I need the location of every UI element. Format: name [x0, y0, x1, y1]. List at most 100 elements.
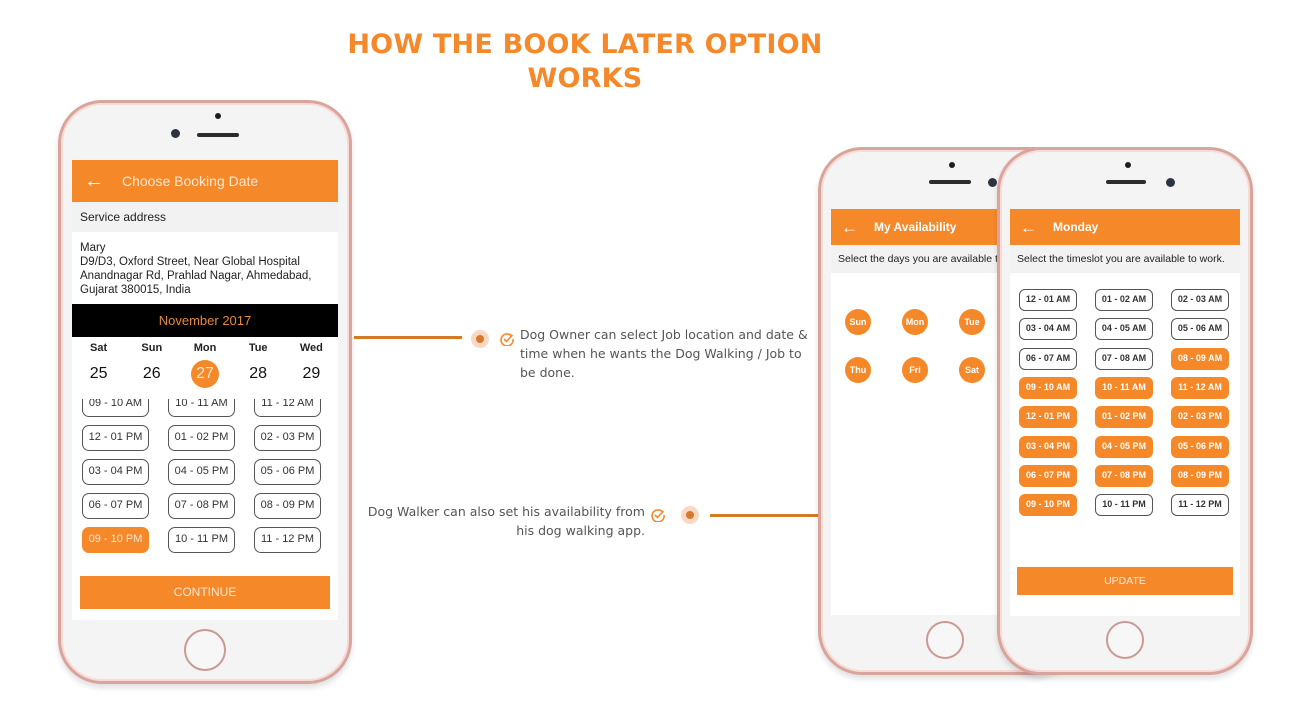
callout-walker: Dog Walker can also set his availability…	[360, 502, 645, 540]
callout-owner-line-2: time when he wants the Dog Walking / Job…	[520, 346, 802, 361]
timeslot-toggle[interactable]: 09 - 10 AM	[1019, 376, 1077, 399]
weekday-label: Sat	[90, 342, 108, 354]
back-arrow-icon[interactable]: ←	[1020, 219, 1037, 236]
time-slot[interactable]: 04 - 05 PM	[168, 459, 235, 485]
timeslot-toggle[interactable]: 10 - 11 AM	[1095, 376, 1153, 399]
timeslot-toggle[interactable]: 06 - 07 PM	[1019, 464, 1077, 487]
day-toggle[interactable]: Mon	[902, 309, 928, 335]
time-slot[interactable]: 09 - 10 PM	[82, 527, 149, 553]
address-line-1: D9/D3, Oxford Street, Near Global Hospit…	[80, 256, 300, 268]
timeslot-toggle[interactable]: 05 - 06 PM	[1171, 435, 1229, 458]
timeslot-toggle[interactable]: 08 - 09 AM	[1171, 347, 1229, 370]
time-slot[interactable]: 10 - 11 PM	[168, 527, 235, 553]
time-slot[interactable]: 11 - 12 AM	[254, 399, 321, 417]
continue-button[interactable]: CONTINUE	[80, 576, 330, 609]
timeslot-toggle[interactable]: 09 - 10 PM	[1019, 494, 1077, 517]
weekday-label: Sun	[141, 342, 163, 354]
timeslot-toggle[interactable]: 11 - 12 AM	[1171, 376, 1229, 399]
phone-timeslots: ← Monday Select the timeslot you are ava…	[997, 147, 1253, 675]
timeslot-header-title: Monday	[1053, 220, 1099, 234]
time-slot[interactable]: 02 - 03 PM	[254, 425, 321, 451]
speaker-grille	[929, 180, 971, 184]
weekday-label: Mon	[193, 342, 217, 354]
timeslot-toggle[interactable]: 07 - 08 AM	[1095, 347, 1153, 370]
callout-walker-line-1: Dog Walker can also set his availability…	[367, 504, 645, 519]
day-column[interactable]: Sun 26	[127, 337, 177, 399]
day-toggle[interactable]: Tue	[959, 309, 985, 335]
front-camera-icon	[1166, 178, 1175, 187]
month-header: November 2017	[72, 304, 338, 337]
time-slot[interactable]: 11 - 12 PM	[254, 527, 321, 553]
home-button[interactable]	[184, 629, 226, 671]
timeslot-toggle[interactable]: 01 - 02 AM	[1095, 289, 1153, 311]
bullet-owner	[471, 330, 489, 348]
day-toggle[interactable]: Sun	[845, 309, 871, 335]
front-camera-icon	[988, 178, 997, 187]
title-line-1: HOW THE BOOK LATER OPTION	[347, 29, 823, 60]
day-column[interactable]: Mon 27	[180, 337, 230, 399]
home-button[interactable]	[1106, 621, 1144, 659]
day-toggle[interactable]: Fri	[902, 357, 928, 383]
date-number: 25	[89, 365, 108, 382]
time-slot[interactable]: 07 - 08 PM	[168, 493, 235, 519]
check-circle-icon	[500, 333, 514, 346]
booking-app-bar: ← Choose Booking Date	[72, 160, 338, 202]
back-arrow-icon[interactable]: ←	[84, 171, 104, 191]
service-address[interactable]: Mary D9/D3, Oxford Street, Near Global H…	[72, 232, 338, 304]
home-button[interactable]	[926, 621, 964, 659]
address-name: Mary	[80, 242, 106, 254]
proximity-sensor	[215, 113, 221, 119]
timeslot-toggle[interactable]: 08 - 09 PM	[1171, 464, 1229, 487]
timeslot-app-bar: ← Monday	[1010, 209, 1240, 245]
timeslot-toggle[interactable]: 04 - 05 PM	[1095, 435, 1153, 458]
time-slot[interactable]: 09 - 10 AM	[82, 399, 149, 417]
time-slot[interactable]: 08 - 09 PM	[254, 493, 321, 519]
timeslot-toggle[interactable]: 01 - 02 PM	[1095, 406, 1153, 429]
address-line-2: Anandnagar Rd, Prahlad Nagar, Ahmedabad,	[80, 270, 312, 282]
time-slot[interactable]: 05 - 06 PM	[254, 459, 321, 485]
back-arrow-icon[interactable]: ←	[841, 219, 858, 236]
timeslot-toggle[interactable]: 11 - 12 PM	[1171, 494, 1229, 517]
proximity-sensor	[1125, 162, 1131, 168]
time-slot[interactable]: 01 - 02 PM	[168, 425, 235, 451]
callout-owner: Dog Owner can select Job location and da…	[520, 325, 810, 382]
callout-walker-line-2: his dog walking app.	[516, 523, 645, 538]
connector-line-walker	[710, 514, 820, 517]
timeslot-instruction: Select the timeslot you are available to…	[1010, 245, 1240, 273]
time-slot[interactable]: 12 - 01 PM	[82, 425, 149, 451]
availability-header-title: My Availability	[874, 220, 957, 234]
timeslot-toggle[interactable]: 05 - 06 AM	[1171, 318, 1229, 341]
timeslot-toggle[interactable]: 06 - 07 AM	[1019, 347, 1077, 370]
day-column[interactable]: Wed 29	[286, 337, 336, 399]
time-slot[interactable]: 03 - 04 PM	[82, 459, 149, 485]
day-toggle[interactable]: Thu	[845, 357, 871, 383]
title-line-2: WORKS	[527, 63, 643, 94]
bullet-walker	[681, 506, 699, 524]
update-button[interactable]: UPDATE	[1017, 567, 1233, 595]
timeslot-toggle[interactable]: 07 - 08 PM	[1095, 464, 1153, 487]
timeslot-toggle[interactable]: 02 - 03 AM	[1171, 289, 1229, 311]
time-slot[interactable]: 06 - 07 PM	[82, 493, 149, 519]
booking-screen: ← Choose Booking Date Service address Ma…	[72, 160, 338, 620]
front-camera-icon	[171, 129, 180, 138]
timeslot-toggle[interactable]: 04 - 05 AM	[1095, 318, 1153, 341]
time-slot[interactable]: 10 - 11 AM	[168, 399, 235, 417]
day-column[interactable]: Tue 28	[233, 337, 283, 399]
timeslot-grid: 12 - 01 AM 01 - 02 AM 02 - 03 AM 03 - 04 AM…	[1010, 273, 1240, 517]
speaker-grille	[197, 133, 239, 137]
day-strip: Sat 25 Sun 26 Mon 27 Tue 28 Wed 29	[72, 337, 338, 399]
check-circle-icon	[651, 509, 665, 522]
day-toggle[interactable]: Sat	[959, 357, 985, 383]
date-number: 28	[249, 365, 268, 382]
timeslot-toggle[interactable]: 02 - 03 PM	[1171, 406, 1229, 429]
timeslot-toggle[interactable]: 10 - 11 PM	[1095, 494, 1153, 517]
booking-slot-grid: 09 - 10 AM 10 - 11 AM 11 - 12 AM 12 - 01 PM…	[72, 399, 338, 569]
day-column[interactable]: Sat 25	[74, 337, 124, 399]
timeslot-toggle[interactable]: 03 - 04 PM	[1019, 435, 1077, 458]
timeslot-screen: ← Monday Select the timeslot you are ava…	[1010, 209, 1240, 616]
address-line-3: Gujarat 380015, India	[80, 284, 191, 296]
timeslot-toggle[interactable]: 12 - 01 AM	[1019, 289, 1077, 311]
weekday-label: Tue	[248, 342, 268, 354]
timeslot-toggle[interactable]: 03 - 04 AM	[1019, 318, 1077, 341]
timeslot-toggle[interactable]: 12 - 01 PM	[1019, 406, 1077, 429]
